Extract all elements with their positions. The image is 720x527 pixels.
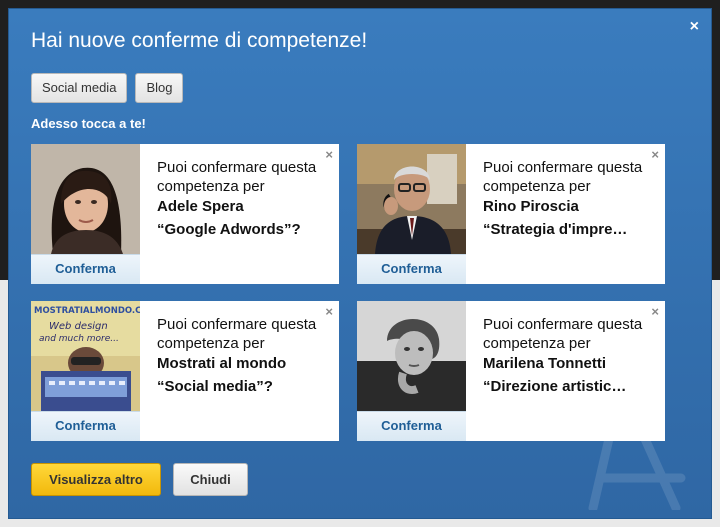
- skill-name: “Direzione artistic…: [483, 378, 627, 395]
- endorsement-text: Puoi confermare questa competenza per Ad…: [157, 158, 329, 239]
- tag-social-media[interactable]: Social media: [31, 73, 128, 103]
- person-name[interactable]: Adele Spera: [157, 197, 329, 216]
- avatar: [357, 301, 466, 411]
- endorsement-prompt: Puoi confermare questa competenza per: [157, 316, 317, 352]
- dialog-title: Hai nuove conferme di competenze!: [31, 29, 368, 52]
- person-name[interactable]: Marilena Tonnetti: [483, 354, 655, 373]
- dismiss-icon[interactable]: ×: [325, 147, 333, 162]
- dialog-subtitle: Adesso tocca a te!: [31, 116, 146, 131]
- person-name[interactable]: Rino Piroscia: [483, 197, 655, 216]
- photo-caption: Web design: [49, 321, 108, 332]
- endorsement-text: Puoi confermare questa competenza per Ri…: [483, 158, 655, 239]
- skill-name: “Social media”?: [157, 378, 273, 395]
- endorsement-prompt: Puoi confermare questa competenza per: [483, 159, 643, 195]
- avatar: [31, 144, 140, 254]
- confirm-button[interactable]: Conferma: [357, 411, 466, 441]
- endorsement-card: Conferma Puoi confermare questa competen…: [31, 144, 339, 284]
- avatar: [357, 144, 466, 254]
- endorsement-text: Puoi confermare questa competenza per Mo…: [157, 315, 329, 396]
- skill-name: “Strategia d'impre…: [483, 221, 628, 238]
- skill-tags: Social media Blog: [31, 73, 184, 103]
- endorsement-card: Conferma Puoi confermare questa competen…: [357, 301, 665, 441]
- confirm-button[interactable]: Conferma: [357, 254, 466, 284]
- dismiss-icon[interactable]: ×: [325, 304, 333, 319]
- endorsement-text: Puoi confermare questa competenza per Ma…: [483, 315, 655, 396]
- confirm-button[interactable]: Conferma: [31, 254, 140, 284]
- confirm-button[interactable]: Conferma: [31, 411, 140, 441]
- photo-caption: and much more...: [39, 334, 119, 344]
- show-more-button[interactable]: Visualizza altro: [31, 463, 161, 496]
- endorsement-dialog: × Hai nuove conferme di competenze! Soci…: [8, 8, 712, 519]
- skill-name: “Google Adwords”?: [157, 221, 301, 238]
- tag-blog[interactable]: Blog: [135, 73, 184, 103]
- endorsement-card: Conferma Puoi confermare questa competen…: [357, 144, 665, 284]
- dismiss-icon[interactable]: ×: [651, 304, 659, 319]
- avatar: MOSTRATIALMONDO.COM Web design and much …: [31, 301, 140, 411]
- endorsement-prompt: Puoi confermare questa competenza per: [483, 316, 643, 352]
- endorsement-card: MOSTRATIALMONDO.COM Web design and much …: [31, 301, 339, 441]
- close-button[interactable]: Chiudi: [173, 463, 248, 496]
- dismiss-icon[interactable]: ×: [651, 147, 659, 162]
- close-dialog-icon[interactable]: ×: [690, 17, 699, 37]
- photo-caption: MOSTRATIALMONDO.COM: [34, 306, 140, 316]
- endorsement-prompt: Puoi confermare questa competenza per: [157, 159, 317, 195]
- person-name[interactable]: Mostrati al mondo: [157, 354, 329, 373]
